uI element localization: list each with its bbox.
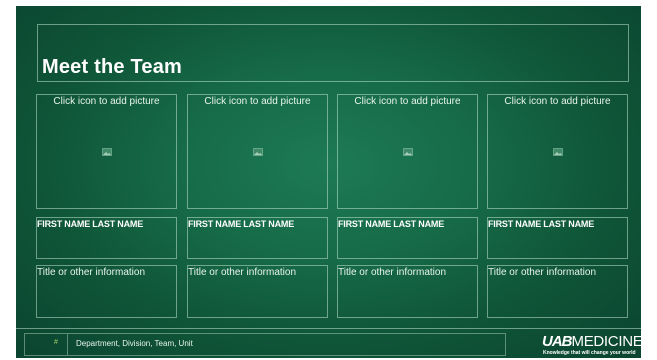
slide-title[interactable]: Meet the Team: [42, 56, 182, 79]
info-placeholder[interactable]: Title or other information: [487, 265, 628, 318]
info-placeholder[interactable]: Title or other information: [36, 265, 177, 318]
picture-placeholder-icon[interactable]: [552, 147, 563, 156]
logo-brand-bold: UAB: [542, 333, 572, 350]
footer-divider-line: [16, 328, 641, 329]
picture-prompt: Click icon to add picture: [354, 96, 461, 107]
picture-prompt: Click icon to add picture: [504, 96, 611, 107]
info-placeholder[interactable]: Title or other information: [337, 265, 478, 318]
footer-bar: # Department, Division, Team, Unit: [24, 333, 506, 356]
picture-placeholder[interactable]: Click icon to add picture: [36, 94, 177, 209]
name-placeholder[interactable]: FIRST NAME LAST NAME: [187, 217, 328, 259]
member-info[interactable]: Title or other information: [338, 267, 446, 278]
member-info[interactable]: Title or other information: [488, 267, 596, 278]
member-info[interactable]: Title or other information: [188, 267, 296, 278]
name-placeholder[interactable]: FIRST NAME LAST NAME: [36, 217, 177, 259]
logo-wordmark: UABMEDICINE: [542, 333, 641, 350]
member-name[interactable]: FIRST NAME LAST NAME: [488, 219, 594, 229]
uab-medicine-logo: UABMEDICINE Knowledge that will change y…: [542, 333, 641, 357]
picture-prompt: Click icon to add picture: [53, 96, 160, 107]
title-placeholder[interactable]: Meet the Team: [37, 24, 629, 82]
member-name[interactable]: FIRST NAME LAST NAME: [188, 219, 294, 229]
member-info[interactable]: Title or other information: [37, 267, 145, 278]
footer-separator: [67, 334, 68, 355]
logo-tagline: Knowledge that will change your world: [543, 350, 636, 356]
picture-placeholder[interactable]: Click icon to add picture: [187, 94, 328, 209]
picture-placeholder[interactable]: Click icon to add picture: [487, 94, 628, 209]
picture-placeholder[interactable]: Click icon to add picture: [337, 94, 478, 209]
picture-prompt: Click icon to add picture: [204, 96, 311, 107]
footer-department[interactable]: Department, Division, Team, Unit: [76, 339, 193, 348]
member-name[interactable]: FIRST NAME LAST NAME: [338, 219, 444, 229]
picture-placeholder-icon[interactable]: [252, 147, 263, 156]
page-number[interactable]: #: [54, 339, 58, 346]
name-placeholder[interactable]: FIRST NAME LAST NAME: [337, 217, 478, 259]
info-placeholder[interactable]: Title or other information: [187, 265, 328, 318]
slide: Meet the Team Click icon to add picture …: [16, 6, 641, 358]
picture-placeholder-icon[interactable]: [402, 147, 413, 156]
name-placeholder[interactable]: FIRST NAME LAST NAME: [487, 217, 628, 259]
member-name[interactable]: FIRST NAME LAST NAME: [37, 219, 143, 229]
logo-brand-text: MEDICINE: [571, 333, 642, 350]
picture-placeholder-icon[interactable]: [101, 147, 112, 156]
